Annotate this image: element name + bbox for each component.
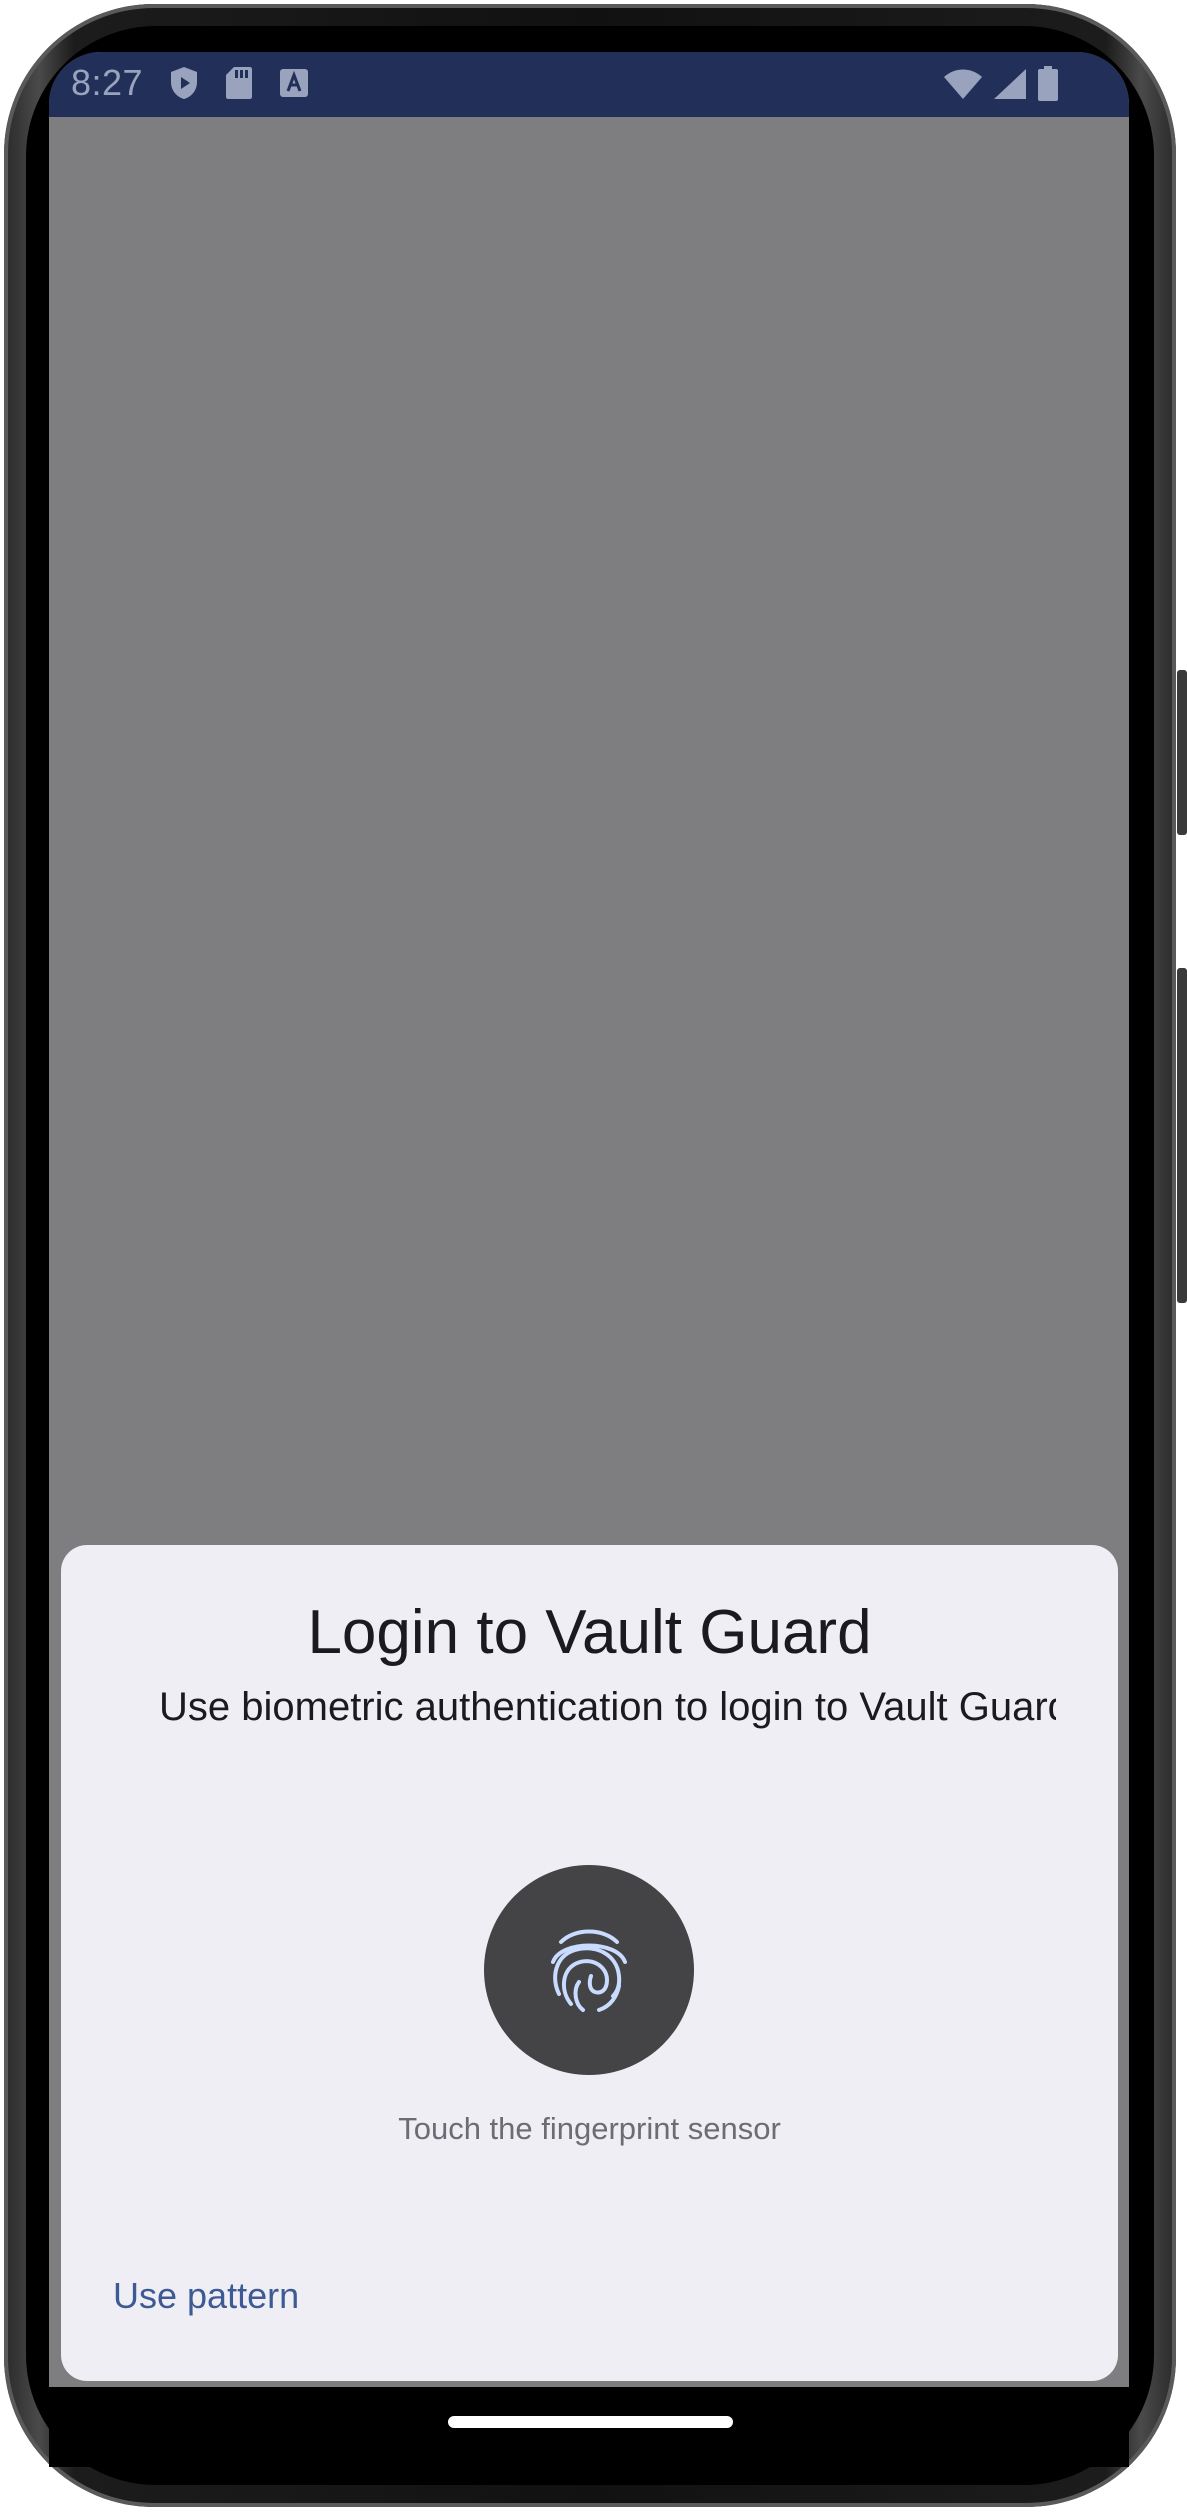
cell-signal-icon [993, 68, 1027, 100]
screen: 8:27 Login to Vault Guard Use biometric … [49, 52, 1129, 2387]
dialog-subtitle: Use biometric authentication to login to… [159, 1685, 1056, 1729]
status-time: 8:27 [71, 62, 144, 103]
use-pattern-button[interactable]: Use pattern [113, 2275, 299, 2317]
battery-icon [1037, 66, 1059, 102]
power-button [1177, 968, 1187, 1303]
status-icons-left [169, 66, 309, 100]
sd-card-icon [225, 66, 253, 100]
keyboard-a-icon [279, 68, 309, 98]
wifi-icon [943, 68, 983, 100]
biometric-dialog: Login to Vault Guard Use biometric authe… [61, 1545, 1118, 2381]
home-indicator[interactable] [448, 2416, 733, 2428]
phone-device: 8:27 Login to Vault Guard Use biometric … [0, 0, 1187, 2513]
dialog-title: Login to Vault Guard [307, 1598, 872, 1667]
status-bar: 8:27 [49, 52, 1129, 117]
status-icons-right [943, 66, 1059, 102]
fingerprint-hint: Touch the fingerprint sensor [398, 2111, 781, 2146]
shield-play-icon [169, 66, 199, 100]
fingerprint-icon [551, 1929, 627, 2012]
volume-button [1177, 670, 1187, 835]
fingerprint-sensor-button[interactable] [484, 1865, 694, 2075]
